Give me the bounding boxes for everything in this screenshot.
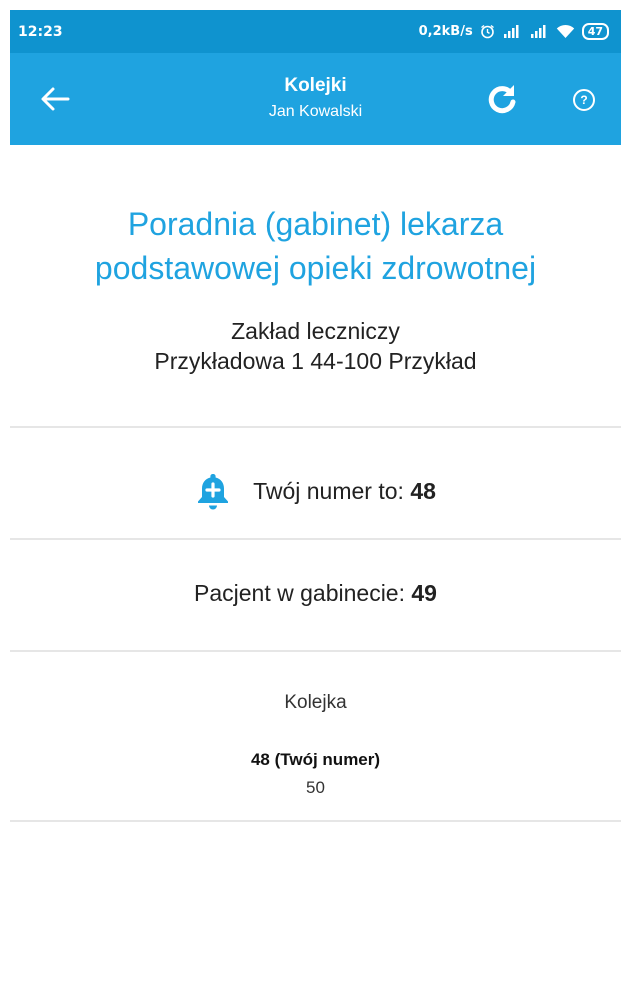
my-number-text: Twój numer to: 48 [253,478,436,505]
my-number-value: 48 [410,477,436,504]
status-indicators: 0,2kB/s 47 [419,23,609,40]
queue-list: 48 (Twój numer) 50 [10,746,621,802]
patient-in-office-label: Pacjent w gabinecie: [194,580,412,606]
clinic-info: Zakład leczniczy Przykładowa 1 44-100 Pr… [10,316,621,376]
clinic-name-line-1: Poradnia (gabinet) lekarza [127,206,504,242]
bell-plus-icon [198,474,229,510]
refresh-button[interactable] [484,81,520,117]
queue-item: 50 [306,778,325,797]
queue-title: Kolejka [284,692,347,713]
my-number-label: Twój numer to: [253,477,411,504]
help-button[interactable]: ? [573,89,595,111]
status-bar: 12:23 0,2kB/s 47 [10,10,621,53]
title-block: Kolejki Jan Kowalski [10,75,621,121]
queue-item-current: 48 (Twój numer) [250,750,381,769]
divider [10,820,621,822]
patient-in-office-row: Pacjent w gabinecie: 49 [10,580,621,607]
help-icon: ? [580,93,588,107]
status-time: 12:23 [18,23,63,40]
my-number-row: Twój numer to: 48 [10,468,621,514]
page-title: Kolejki [284,75,347,96]
wifi-icon [556,24,575,39]
patient-in-office-value: 49 [411,580,437,606]
signal-icon-2 [529,24,549,39]
app-bar: Kolejki Jan Kowalski ? [10,53,621,145]
clinic-name: Poradnia (gabinet) lekarza podstawowej o… [10,202,621,290]
divider [10,650,621,652]
facility-name: Zakład leczniczy [231,318,400,344]
clinic-name-line-2: podstawowej opieki zdrowotnej [94,250,537,286]
facility-address: Przykładowa 1 44-100 Przykład [154,348,477,374]
signal-icon [502,24,522,39]
divider [10,538,621,540]
alarm-icon [480,24,495,39]
refresh-icon [488,85,516,114]
divider [10,426,621,428]
battery-indicator: 47 [581,23,609,40]
network-speed: 0,2kB/s [418,24,473,39]
user-name: Jan Kowalski [268,103,363,120]
